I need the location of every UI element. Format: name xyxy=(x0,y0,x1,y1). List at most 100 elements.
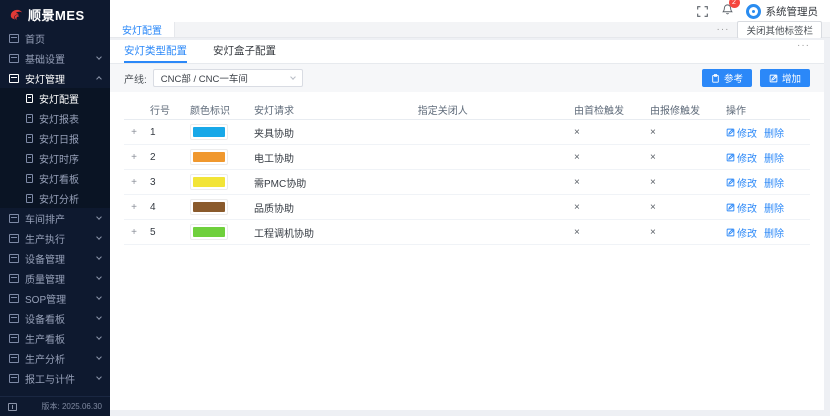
sidebar-item-label: 首页 xyxy=(25,31,45,46)
delete-link[interactable]: 删除 xyxy=(764,125,784,140)
repair-trigger: × xyxy=(650,202,726,213)
sidebar-menu: 首页 基础设置 安灯管理 安灯配置 xyxy=(0,28,110,388)
panel-more-icon[interactable]: ··· xyxy=(797,40,810,63)
chevron-icon xyxy=(96,334,102,340)
tab-andon-config[interactable]: 安灯配置 xyxy=(110,22,175,37)
edit-link[interactable]: 修改 xyxy=(726,125,757,140)
sidebar-item[interactable]: 生产执行 xyxy=(0,228,110,248)
menu-item-icon xyxy=(9,34,19,43)
filter-toolbar: 产线: CNC部 / CNC一车间 参考 xyxy=(110,64,824,92)
color-swatch xyxy=(190,199,228,215)
edit-icon xyxy=(726,153,735,162)
delete-link[interactable]: 删除 xyxy=(764,175,784,190)
toolbar-actions: 参考 增加 xyxy=(702,69,810,87)
table-header-row: 行号 颜色标识 安灯请求 指定关闭人 由首检触发 由报修触发 操作 xyxy=(124,99,810,120)
repair-trigger: × xyxy=(650,152,726,163)
chevron-icon xyxy=(96,254,102,260)
sidebar-item[interactable]: 生产看板 xyxy=(0,328,110,348)
chevron-down-icon xyxy=(290,74,296,80)
sidebar-item[interactable]: 生产分析 xyxy=(0,348,110,368)
delete-link[interactable]: 删除 xyxy=(764,200,784,215)
sidebar-item[interactable]: 安灯看板 xyxy=(0,168,110,188)
menu-item-icon xyxy=(26,134,33,143)
reference-button[interactable]: 参考 xyxy=(702,69,752,87)
edit-icon xyxy=(726,228,735,237)
expand-row-button[interactable]: + xyxy=(124,202,150,213)
sidebar-item-label: 安灯报表 xyxy=(39,111,79,126)
add-button[interactable]: 增加 xyxy=(760,69,810,87)
chevron-icon xyxy=(96,274,102,280)
menu-item-icon xyxy=(9,354,19,363)
expand-row-button[interactable]: + xyxy=(124,152,150,163)
menu-item-icon xyxy=(26,194,33,203)
tab-andon-type-config[interactable]: 安灯类型配置 xyxy=(124,40,187,63)
tab-more-icon[interactable]: ··· xyxy=(716,24,729,35)
sidebar-item[interactable]: 质量管理 xyxy=(0,268,110,288)
menu-item-icon xyxy=(9,254,19,263)
sidebar-item[interactable]: 报工与计件 xyxy=(0,368,110,388)
sidebar-item[interactable]: 安灯分析 xyxy=(0,188,110,208)
expand-row-button[interactable]: + xyxy=(124,227,150,238)
sidebar-item[interactable]: 安灯管理 xyxy=(0,68,110,88)
collapse-sidebar-icon[interactable] xyxy=(8,403,17,411)
expand-row-button[interactable]: + xyxy=(124,177,150,188)
col-color: 颜色标识 xyxy=(190,102,254,117)
sidebar-item[interactable]: 安灯日报 xyxy=(0,128,110,148)
sidebar-item[interactable]: 安灯时序 xyxy=(0,148,110,168)
sidebar-item-label: 设备管理 xyxy=(25,251,65,266)
app-window: 顺景MES 首页 基础设置 安灯管理 xyxy=(0,0,830,416)
app-title: 顺景MES xyxy=(28,5,85,24)
col-closer: 指定关闭人 xyxy=(418,102,574,117)
delete-link[interactable]: 删除 xyxy=(764,225,784,240)
chevron-icon xyxy=(96,354,102,360)
notification-badge: 2 xyxy=(729,0,740,8)
edit-link[interactable]: 修改 xyxy=(726,225,757,240)
app-logo: 顺景MES xyxy=(0,0,110,28)
row-number: 4 xyxy=(150,202,190,213)
andon-config-panel: 安灯类型配置 安灯盒子配置 ··· 产线: CNC部 / CNC一车间 xyxy=(110,40,824,410)
row-number: 1 xyxy=(150,127,190,138)
color-swatch xyxy=(190,124,228,140)
sidebar-item[interactable]: 安灯配置 xyxy=(0,88,110,108)
sidebar-item[interactable]: 设备看板 xyxy=(0,308,110,328)
col-repair-trigger: 由报修触发 xyxy=(650,102,726,117)
menu-item-icon xyxy=(26,114,33,123)
col-first-trigger: 由首检触发 xyxy=(574,102,650,117)
edit-link[interactable]: 修改 xyxy=(726,200,757,215)
repair-trigger: × xyxy=(650,227,726,238)
production-line-value: CNC部 / CNC一车间 xyxy=(161,71,287,85)
table-row: + 2 电工协助 × × xyxy=(124,145,810,170)
production-line-select[interactable]: CNC部 / CNC一车间 xyxy=(153,69,303,87)
version-label: 版本: 2025.06.30 xyxy=(42,401,102,412)
repair-trigger: × xyxy=(650,177,726,188)
chevron-icon xyxy=(96,294,102,300)
menu-item-icon xyxy=(9,74,19,83)
content-area: 安灯类型配置 安灯盒子配置 ··· 产线: CNC部 / CNC一车间 xyxy=(110,38,830,416)
sidebar-item[interactable]: SOP管理 xyxy=(0,288,110,308)
sidebar-item-label: 安灯管理 xyxy=(25,71,65,86)
chevron-icon xyxy=(96,314,102,320)
chevron-icon xyxy=(96,214,102,220)
sidebar-item[interactable]: 首页 xyxy=(0,28,110,48)
andon-request: 工程调机协助 xyxy=(254,225,418,240)
tab-andon-box-config[interactable]: 安灯盒子配置 xyxy=(213,40,276,63)
chevron-icon xyxy=(96,54,102,60)
sidebar-item[interactable]: 基础设置 xyxy=(0,48,110,68)
user-menu[interactable]: 系统管理员 xyxy=(746,4,819,19)
andon-request: 电工协助 xyxy=(254,150,418,165)
edit-link[interactable]: 修改 xyxy=(726,150,757,165)
sidebar-item-label: 基础设置 xyxy=(25,51,65,66)
notifications-button[interactable]: 2 xyxy=(722,2,733,20)
sidebar-item[interactable]: 车间排产 xyxy=(0,208,110,228)
delete-link[interactable]: 删除 xyxy=(764,150,784,165)
close-other-tabs-button[interactable]: 关闭其他标签栏 xyxy=(737,21,822,39)
row-number: 3 xyxy=(150,177,190,188)
tabstrip-controls: ··· 关闭其他标签栏 xyxy=(716,22,830,37)
sidebar-item[interactable]: 设备管理 xyxy=(0,248,110,268)
edit-link[interactable]: 修改 xyxy=(726,175,757,190)
sidebar-item[interactable]: 安灯报表 xyxy=(0,108,110,128)
fullscreen-icon[interactable] xyxy=(697,5,709,17)
page-tabstrip: 安灯配置 ··· 关闭其他标签栏 xyxy=(110,22,830,38)
expand-row-button[interactable]: + xyxy=(124,127,150,138)
first-check-trigger: × xyxy=(574,177,650,188)
